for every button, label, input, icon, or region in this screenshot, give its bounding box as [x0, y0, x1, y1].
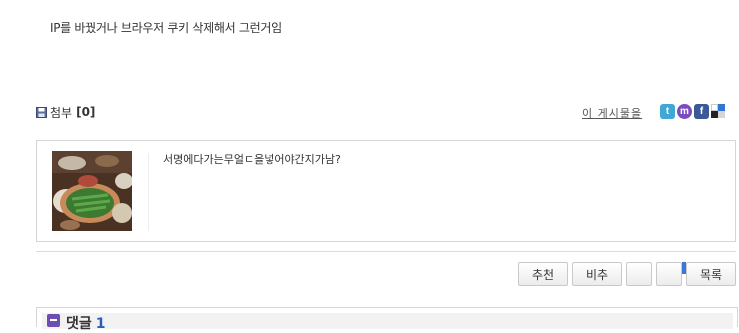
attachment-info[interactable]: 첨부 [0]: [36, 104, 95, 120]
floppy-disk-icon: [36, 106, 47, 118]
related-post-title[interactable]: 서명에다가는무얼ㄷ을넣어야간지가남?: [163, 151, 341, 167]
facebook-icon[interactable]: f: [694, 104, 709, 119]
blank-button-2[interactable]: [656, 262, 682, 286]
attachment-label: 첨부: [50, 105, 73, 120]
blank-button-1[interactable]: [626, 262, 652, 286]
list-button[interactable]: 목록: [686, 262, 736, 286]
comment-section: 댓글 1: [36, 307, 738, 332]
delicious-icon[interactable]: [711, 104, 726, 119]
comment-label: 댓글: [66, 316, 92, 332]
thumbnail-divider: [148, 153, 149, 231]
me2day-icon[interactable]: m: [677, 104, 692, 119]
share-icons: t m f: [660, 104, 728, 119]
recommend-button[interactable]: 추천: [518, 262, 568, 286]
twitter-icon[interactable]: t: [660, 104, 675, 119]
comment-header-bar: [42, 313, 733, 329]
comment-icon: [47, 314, 60, 327]
attachment-count: [0]: [76, 105, 96, 119]
post-share-link[interactable]: 이 게시물을: [582, 105, 642, 121]
not-recommend-button[interactable]: 비추: [572, 262, 622, 286]
comment-count: 1: [95, 316, 106, 332]
section-divider: [36, 251, 736, 252]
post-body-text: IP를 바꿨거나 브라우저 쿠키 삭제해서 그런거임: [50, 21, 282, 35]
related-post-box: 서명에다가는무얼ㄷ을넣어야간지가남?: [36, 140, 736, 242]
comment-header: 댓글 1: [66, 313, 106, 333]
food-photo-thumbnail[interactable]: [52, 151, 132, 231]
